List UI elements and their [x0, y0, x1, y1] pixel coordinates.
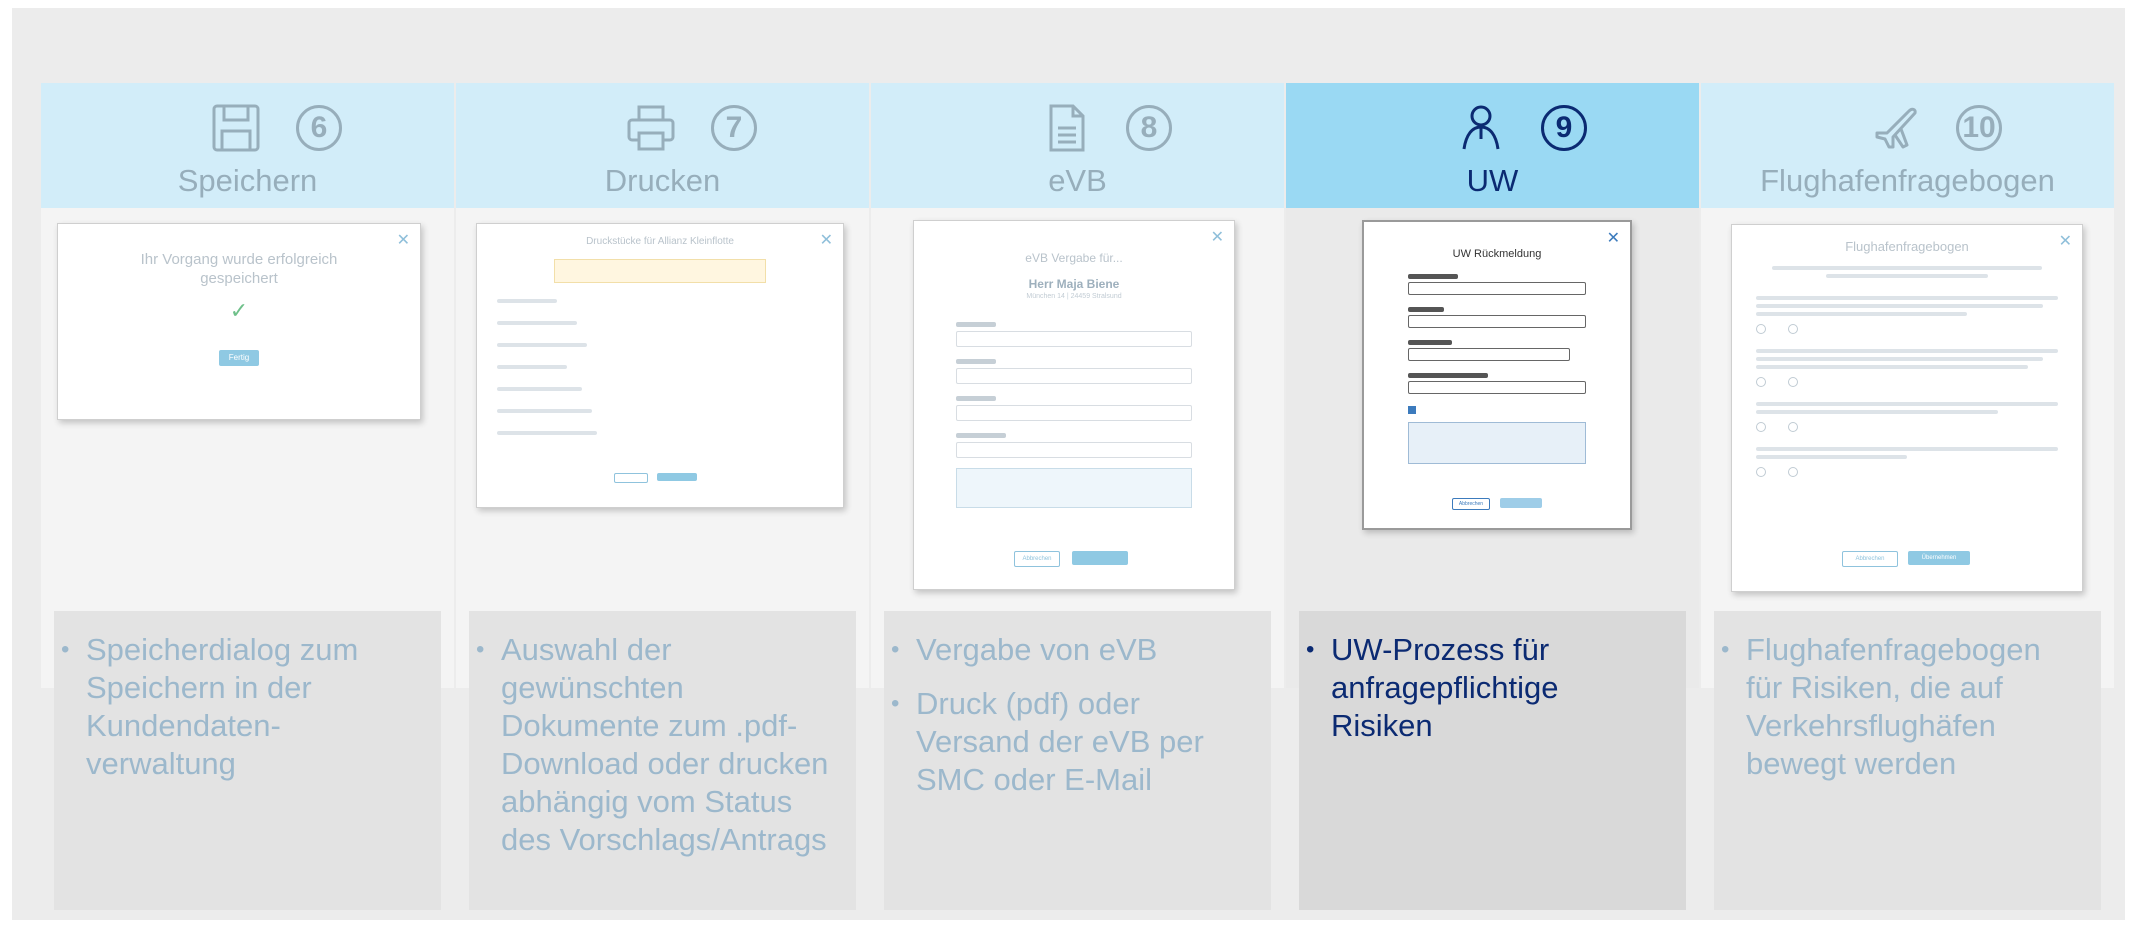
- download-button[interactable]: [657, 473, 697, 481]
- evb-dialog: ✕ eVB Vergabe für... Herr Maja Biene Mün…: [913, 220, 1235, 590]
- confirm-button[interactable]: [1072, 551, 1128, 565]
- step-header: 8 eVB: [871, 83, 1284, 208]
- field-select[interactable]: [956, 405, 1192, 421]
- description-bullet: Flughafenfragebogen für Risiken, die auf…: [1721, 631, 2083, 783]
- dialog-title: Flughafenfragebogen: [1845, 239, 1969, 254]
- field-input[interactable]: [1408, 315, 1586, 328]
- info-box: [956, 468, 1192, 508]
- field-select[interactable]: [956, 368, 1192, 384]
- document-icon: [1049, 104, 1085, 152]
- step-number: 10: [1956, 105, 2002, 151]
- cancel-button[interactable]: [614, 473, 648, 483]
- step-description: Flughafenfragebogen für Risiken, die auf…: [1714, 611, 2101, 910]
- radio-group[interactable]: [1756, 419, 2058, 432]
- step-number: 8: [1126, 105, 1172, 151]
- airport-questionnaire-dialog: ✕ Flughafenfragebogen Abbrechen Übernehm…: [1731, 224, 2083, 592]
- step-number: 7: [711, 105, 757, 151]
- customer-name: Herr Maja Biene: [1028, 277, 1120, 291]
- radio-group[interactable]: [1756, 321, 2058, 334]
- step-description: Auswahl der gewünschten Dokumente zum .p…: [469, 611, 856, 910]
- save-icon: [212, 104, 260, 152]
- description-bullet: Druck (pdf) oder Versand der eVB per SMC…: [891, 685, 1253, 799]
- close-icon[interactable]: ✕: [397, 230, 410, 250]
- description-bullet: UW-Prozess für anfragepflichtige Risiken: [1306, 631, 1668, 745]
- close-icon[interactable]: ✕: [820, 230, 833, 250]
- step-flughafenfragebogen: 10 Flughafenfragebogen ✕ Flughafenfrageb…: [1701, 83, 2114, 910]
- step-title: UW: [1466, 163, 1519, 198]
- customer-address: München 14 | 24459 Stralsund: [1026, 293, 1122, 300]
- field-input[interactable]: [1408, 381, 1586, 394]
- dialog-title: eVB Vergabe für...: [1025, 251, 1123, 265]
- description-bullet: Vergabe von eVB: [891, 631, 1253, 669]
- cancel-button[interactable]: Abbrechen: [1014, 551, 1060, 567]
- uw-feedback-dialog: ✕ UW Rückmeldung Abbrechen: [1362, 220, 1632, 530]
- step-description: Speicherdialog zum Speichern in der Kund…: [54, 611, 441, 910]
- step-number: 9: [1541, 105, 1587, 151]
- radio-group[interactable]: [1756, 374, 2058, 387]
- description-bullet: Speicherdialog zum Speichern in der Kund…: [61, 631, 423, 783]
- close-icon[interactable]: ✕: [2059, 231, 2072, 251]
- done-button[interactable]: Fertig: [219, 350, 259, 366]
- airplane-icon: [1875, 107, 1917, 149]
- process-steps: 6 Speichern ✕ Ihr Vorgang wurde erfolgre…: [41, 83, 2114, 910]
- step-description: UW-Prozess für anfragepflichtige Risiken: [1299, 611, 1686, 910]
- step-speichern: 6 Speichern ✕ Ihr Vorgang wurde erfolgre…: [41, 83, 454, 910]
- step-title: Drucken: [604, 163, 721, 198]
- intro-text: [1772, 266, 2042, 278]
- step-title: Speichern: [177, 163, 318, 198]
- field-select[interactable]: [1408, 282, 1586, 295]
- cancel-button[interactable]: Abbrechen: [1452, 498, 1490, 510]
- field-select[interactable]: [956, 331, 1192, 347]
- step-header: 6 Speichern: [41, 83, 454, 208]
- save-confirmation-dialog: ✕ Ihr Vorgang wurde erfolgreich gespeich…: [57, 223, 421, 420]
- accept-button[interactable]: Übernehmen: [1908, 551, 1970, 565]
- step-evb: 8 eVB ✕ eVB Vergabe für... Herr Maja Bie…: [871, 83, 1284, 910]
- radio-group[interactable]: [1756, 464, 2058, 477]
- checkmark-icon: ✓: [229, 298, 249, 323]
- info-box: [1408, 422, 1586, 464]
- step-header: 10 Flughafenfragebogen: [1701, 83, 2114, 208]
- close-icon[interactable]: ✕: [1607, 228, 1620, 248]
- step-number: 6: [296, 105, 342, 151]
- field-select[interactable]: [956, 442, 1192, 458]
- form-fields: [1408, 274, 1586, 464]
- dialog-title: UW Rückmeldung: [1452, 248, 1542, 260]
- printer-icon: [627, 105, 675, 151]
- step-drucken: 7 Drucken ✕ Druckstücke für Allianz Klei…: [456, 83, 869, 910]
- step-title: Flughafenfragebogen: [1760, 163, 2055, 198]
- close-icon[interactable]: ✕: [1211, 227, 1224, 247]
- print-documents-dialog: ✕ Druckstücke für Allianz Kleinflotte: [476, 223, 844, 508]
- step-description: Vergabe von eVB Druck (pdf) oder Versand…: [884, 611, 1271, 910]
- questions: [1756, 296, 2058, 477]
- person-icon: [1462, 105, 1500, 150]
- checkbox[interactable]: [1408, 406, 1416, 414]
- info-notice: [554, 259, 766, 283]
- description-bullet: Auswahl der gewünschten Dokumente zum .p…: [476, 631, 838, 859]
- dialog-message: Ihr Vorgang wurde erfolgreich gespeicher…: [140, 251, 338, 287]
- dialog-title: Druckstücke für Allianz Kleinflotte: [586, 236, 734, 247]
- step-header: 9 UW: [1286, 83, 1699, 208]
- form-fields: [956, 322, 1192, 508]
- cancel-button[interactable]: Abbrechen: [1842, 551, 1898, 567]
- step-uw: 9 UW ✕ UW Rückmeldung Abbrechen • UW-Pro…: [1286, 83, 1699, 910]
- document-list: [497, 299, 823, 435]
- step-header: 7 Drucken: [456, 83, 869, 208]
- field-input[interactable]: [1408, 348, 1570, 361]
- confirm-button[interactable]: [1500, 498, 1542, 508]
- step-title: eVB: [1048, 163, 1107, 198]
